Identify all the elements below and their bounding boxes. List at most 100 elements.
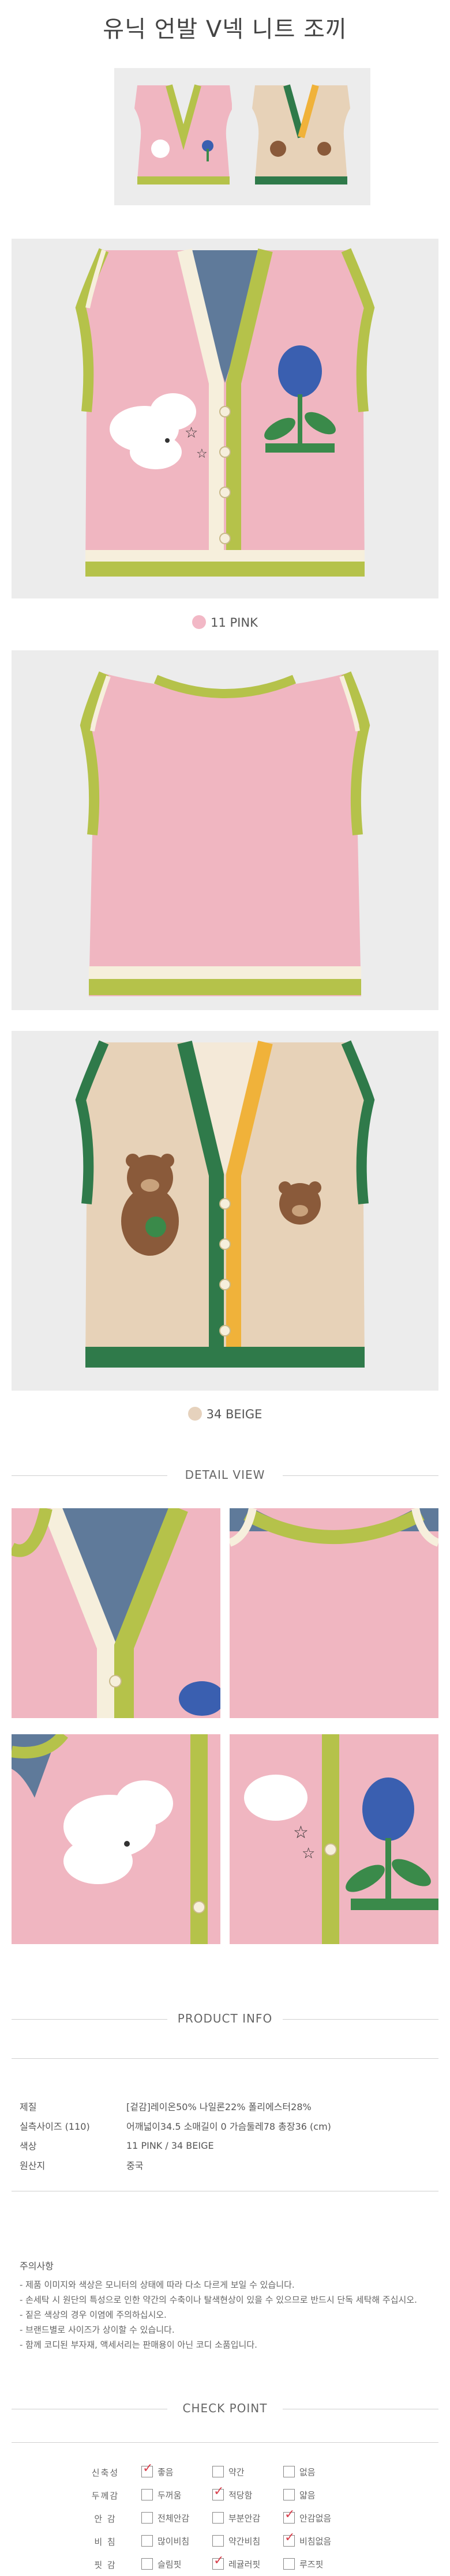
check-option-label: 적당함 — [228, 2490, 253, 2501]
table-row: 제질 [겉감]레이온50% 나일론22% 폴리에스터28% — [20, 2096, 331, 2116]
cloud-bunny-detail-image — [12, 1734, 220, 1944]
check-option-label: 비침없음 — [299, 2536, 332, 2547]
check-mark-icon: ✓ — [213, 2484, 224, 2499]
check-option: 없음 — [283, 2461, 354, 2484]
check-option: 두꺼움 — [141, 2484, 212, 2507]
check-mark-icon: ✓ — [284, 2507, 295, 2522]
list-item: - 함께 코디된 부자재, 액세서리는 판매용이 아닌 코디 소품입니다. — [20, 2340, 257, 2350]
check-option: ✓ 안감없음 — [283, 2507, 354, 2530]
check-label: 안 감 — [94, 2513, 117, 2524]
back-neck-detail-image — [230, 1508, 438, 1718]
page-title: 유닉 언발 V넥 니트 조끼 — [103, 16, 347, 43]
checkbox-icon — [212, 2511, 224, 2524]
care-notes: 주의사항 - 제품 이미지와 색상은 모니터의 상태에 따라 다소 다르게 보일… — [20, 2259, 417, 2352]
info-key: 원산지 — [20, 2160, 46, 2171]
check-option: ✓ 좋음 — [141, 2461, 212, 2484]
checkbox-icon: ✓ — [283, 2530, 295, 2547]
list-item: - 짙은 색상의 경우 이염에 주의하십시오. — [20, 2310, 167, 2320]
tulip-detail-image: ☆ ☆ — [230, 1734, 438, 1944]
product-info-table: 제질 [겉감]레이온50% 나일론22% 폴리에스터28% 실측사이즈 (110… — [20, 2096, 331, 2175]
check-row: 비 침 많이비침 약간비침 ✓ 비침없음 — [69, 2530, 354, 2553]
beige-vest-front-image — [75, 1040, 375, 1368]
variant-label: 34 BEIGE — [206, 1407, 262, 1421]
pink-vest-back-image — [80, 671, 370, 996]
check-label: 핏 감 — [94, 2559, 117, 2570]
detail-image-cloud — [12, 1734, 220, 1944]
neckline-detail-image — [12, 1508, 220, 1718]
check-mark-icon: ✓ — [142, 2461, 153, 2476]
table-row: 원산지 중국 — [20, 2155, 331, 2175]
list-item: - 브랜드별로 사이즈가 상이할 수 있습니다. — [20, 2325, 175, 2335]
check-label: 두께감 — [91, 2490, 119, 2501]
checkbox-icon — [283, 2465, 295, 2477]
checkbox-icon — [141, 2534, 153, 2547]
table-row: 실측사이즈 (110) 어깨넓이34.5 소매길이 0 가슴둘레78 총장36 … — [20, 2116, 331, 2136]
info-key: 색상 — [20, 2141, 37, 2152]
check-mark-icon: ✓ — [213, 2553, 224, 2568]
checkbox-icon — [212, 2465, 224, 2477]
list-item: - 손세탁 시 원단의 특성으로 인한 약간의 수축이나 탈색현상이 있을 수 … — [20, 2295, 417, 2305]
pink-back-photo — [12, 650, 438, 1010]
svg-text:☆: ☆ — [185, 424, 198, 442]
info-value: 어깨넓이34.5 소매길이 0 가슴둘레78 총장36 (cm) — [126, 2121, 331, 2132]
check-option: ✓ 레귤러핏 — [212, 2553, 283, 2576]
checkbox-icon — [283, 2558, 295, 2570]
check-option-label: 약간비침 — [228, 2536, 261, 2547]
check-option: 루즈핏 — [283, 2553, 354, 2576]
check-option-label: 레귤러핏 — [228, 2559, 261, 2570]
check-option-label: 슬림핏 — [158, 2559, 182, 2570]
divider-right — [283, 1475, 438, 1476]
check-option: 전체안감 — [141, 2507, 212, 2530]
check-row: 신축성 ✓ 좋음 약간 없음 — [69, 2461, 354, 2484]
check-option: 얇음 — [283, 2484, 354, 2507]
checkbox-icon — [141, 2558, 153, 2570]
check-option-label: 두꺼움 — [158, 2490, 182, 2501]
svg-text:☆: ☆ — [293, 1822, 309, 1843]
beige-vest-thumbnail-image — [252, 84, 350, 184]
divider-right — [283, 2019, 438, 2020]
check-option: ✓ 비침없음 — [283, 2530, 354, 2553]
checkbox-icon — [141, 2488, 153, 2500]
svg-text:☆: ☆ — [302, 1845, 315, 1862]
pink-vest-front-image: ☆ ☆ — [75, 248, 375, 577]
checkbox-icon: ✓ — [141, 2461, 153, 2477]
info-top-rule — [12, 2058, 438, 2059]
check-option-label: 부분안감 — [228, 2513, 261, 2524]
detail-view-heading: DETAIL VIEW — [185, 1468, 265, 1482]
check-option-label: 루즈핏 — [299, 2559, 324, 2570]
care-notes-heading: 주의사항 — [20, 2261, 54, 2272]
check-option: 슬림핏 — [141, 2553, 212, 2576]
thumbnail-beige[interactable] — [232, 68, 370, 205]
info-value: 중국 — [126, 2160, 144, 2171]
check-option: 부분안감 — [212, 2507, 283, 2530]
check-row: 두께감 두꺼움 ✓ 적당함 얇음 — [69, 2484, 354, 2507]
check-option-label: 많이비침 — [158, 2536, 190, 2547]
variant-caption-pink: 11 PINK — [0, 615, 450, 630]
check-option: 많이비침 — [141, 2530, 212, 2553]
list-item: - 제품 이미지와 색상은 모니터의 상태에 따라 다소 다르게 보일 수 있습… — [20, 2280, 295, 2290]
check-option-label: 얇음 — [299, 2490, 316, 2501]
check-option: 약간 — [212, 2461, 283, 2484]
beige-front-photo — [12, 1031, 438, 1391]
check-point-heading: CHECK POINT — [182, 2401, 268, 2415]
check-option-label: 안감없음 — [299, 2513, 332, 2524]
variant-caption-beige: 34 BEIGE — [0, 1407, 450, 1422]
check-option-label: 없음 — [299, 2467, 316, 2478]
checkbox-icon — [283, 2488, 295, 2500]
svg-text:☆: ☆ — [196, 447, 208, 461]
check-option-label: 좋음 — [158, 2467, 174, 2478]
pink-swatch-icon — [192, 615, 207, 629]
checkbox-icon: ✓ — [283, 2507, 295, 2524]
detail-image-tulip: ☆ ☆ — [230, 1734, 438, 1944]
check-top-rule — [12, 2442, 438, 2443]
checkbox-icon — [212, 2534, 224, 2547]
product-info-heading: PRODUCT INFO — [177, 2012, 273, 2025]
check-label: 비 침 — [94, 2536, 117, 2547]
check-point-table: 신축성 ✓ 좋음 약간 없음 두께감 두꺼움 ✓ 적당함 얇음 안 감 전체안감 부분안감 ✓ 안감없음 비 … — [69, 2461, 354, 2576]
info-key: 제질 — [20, 2102, 37, 2112]
info-value: 11 PINK / 34 BEIGE — [126, 2140, 214, 2151]
pink-front-photo: ☆ ☆ — [12, 239, 438, 598]
check-row: 안 감 전체안감 부분안감 ✓ 안감없음 — [69, 2507, 354, 2530]
checkbox-icon: ✓ — [212, 2554, 224, 2570]
info-value: [겉감]레이온50% 나일론22% 폴리에스터28% — [126, 2102, 312, 2112]
